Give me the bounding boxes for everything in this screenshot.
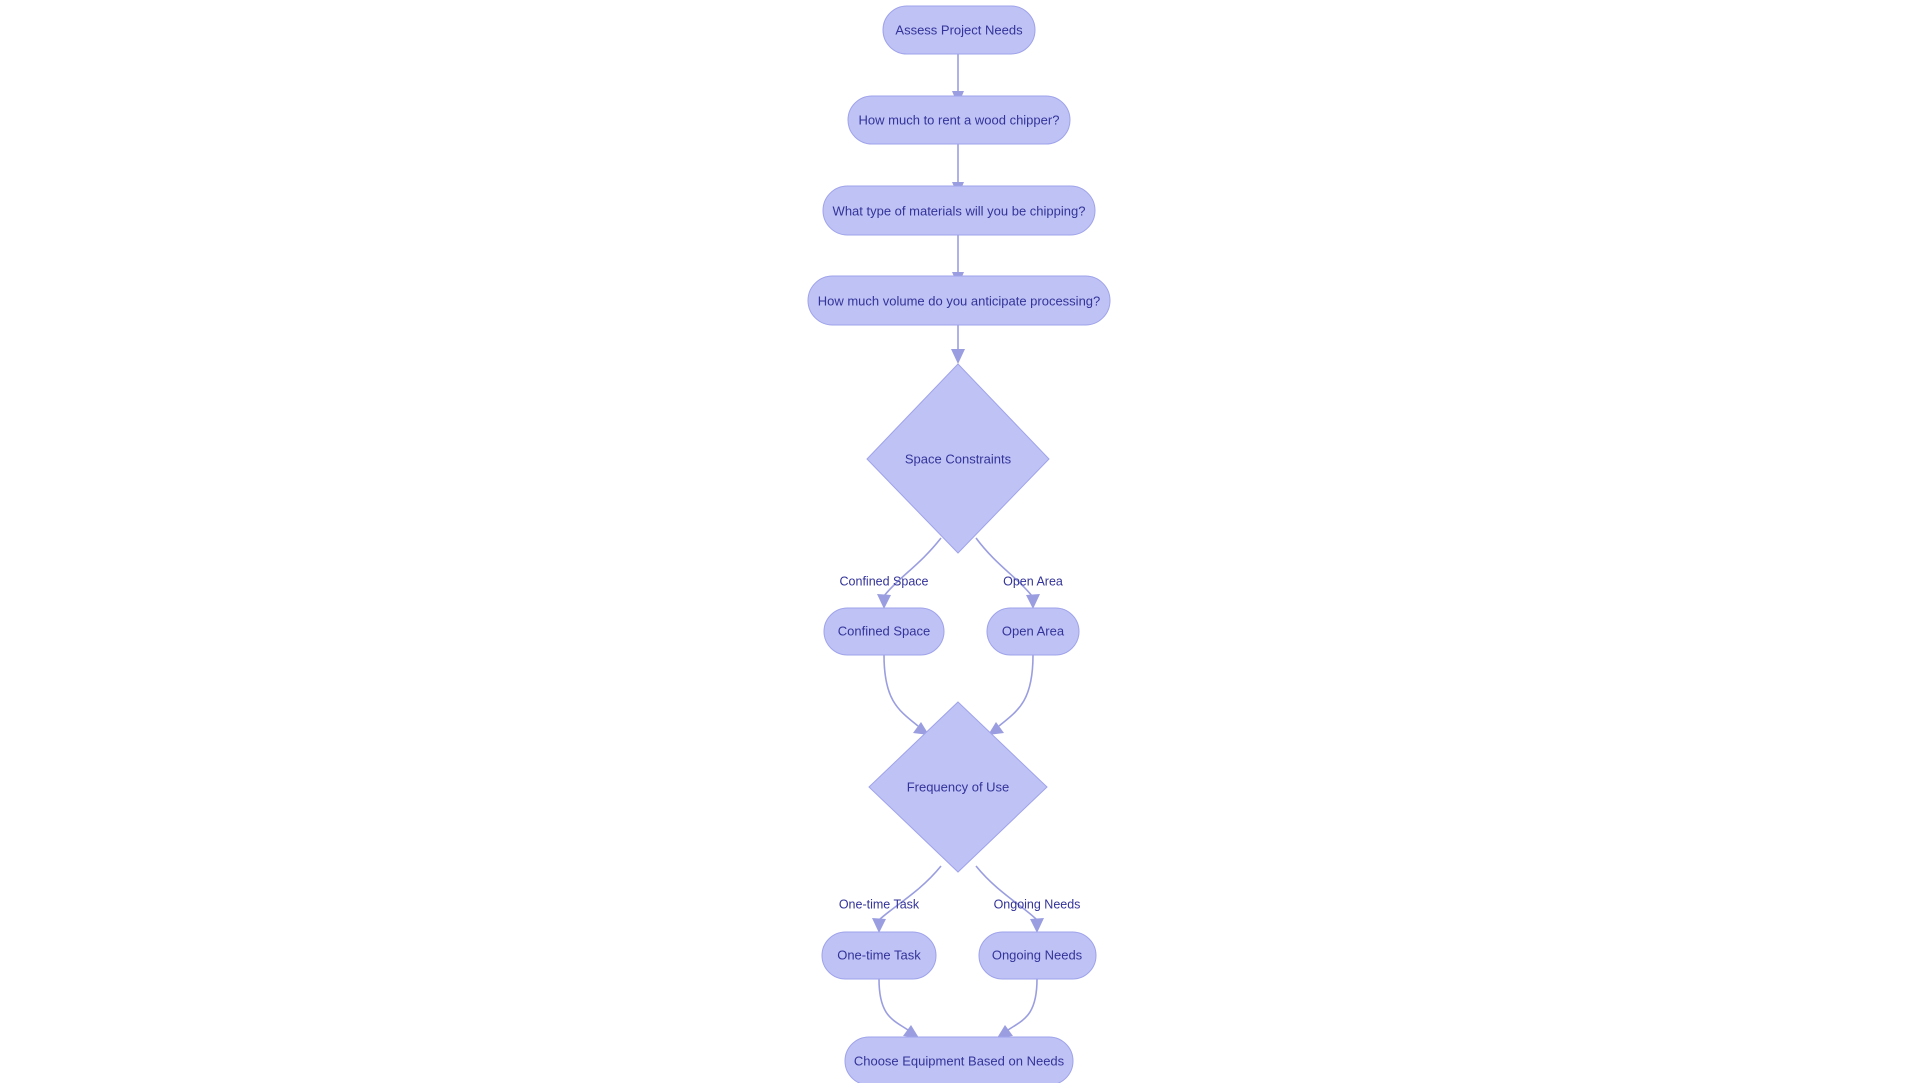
- edge-frequency-of-use-to-ongoing-needs: Ongoing Needs: [975, 865, 1081, 933]
- arrowhead-icon: [1030, 918, 1044, 933]
- node-label: Ongoing Needs: [992, 947, 1083, 962]
- node-how-much-volume[interactable]: How much volume do you anticipate proces…: [807, 275, 1111, 326]
- node-assess-project-needs[interactable]: Assess Project Needs: [882, 5, 1036, 55]
- edge-confined-space-to-frequency-of-use: [883, 654, 929, 735]
- node-label: Open Area: [1002, 623, 1065, 638]
- edge-open-area-to-frequency-of-use: [988, 654, 1034, 735]
- edge-label-one-time-task: One-time Task: [839, 897, 920, 911]
- arrowhead-icon: [1026, 594, 1040, 609]
- node-label: How much to rent a wood chipper?: [859, 112, 1060, 127]
- edge-label-ongoing-needs: Ongoing Needs: [994, 897, 1081, 911]
- arrowhead-icon: [997, 1025, 1013, 1038]
- node-label: Frequency of Use: [907, 779, 1010, 794]
- node-space-constraints[interactable]: Space Constraints: [866, 363, 1050, 554]
- edge-line: [998, 654, 1034, 727]
- edge-line: [1007, 978, 1038, 1031]
- node-label: How much volume do you anticipate proces…: [818, 293, 1101, 308]
- arrowhead-icon: [903, 1025, 919, 1038]
- edge-space-constraints-to-open-area: Open Area: [975, 537, 1063, 609]
- node-confined-space[interactable]: Confined Space: [823, 607, 945, 656]
- edge-label-open-area: Open Area: [1003, 574, 1063, 588]
- edge-space-constraints-to-confined-space: Confined Space: [840, 537, 942, 609]
- arrowhead-icon: [951, 349, 965, 364]
- node-open-area[interactable]: Open Area: [986, 607, 1080, 656]
- edge-label-confined-space: Confined Space: [840, 574, 929, 588]
- node-label: One-time Task: [837, 947, 921, 962]
- node-one-time-task[interactable]: One-time Task: [821, 931, 937, 980]
- arrowhead-icon: [872, 918, 886, 933]
- node-ongoing-needs[interactable]: Ongoing Needs: [978, 931, 1097, 980]
- node-label: Choose Equipment Based on Needs: [854, 1053, 1065, 1068]
- flowchart-diagram: Confined Space Open Area One-time Task O…: [0, 0, 1920, 1083]
- node-frequency-of-use[interactable]: Frequency of Use: [868, 701, 1048, 873]
- edge-volume-to-space-constraints: [951, 325, 965, 364]
- node-label: Confined Space: [838, 623, 931, 638]
- edge-line: [975, 865, 1038, 921]
- node-label: What type of materials will you be chipp…: [833, 203, 1086, 218]
- arrowhead-icon: [877, 594, 891, 609]
- edge-frequency-of-use-to-one-time-task: One-time Task: [839, 865, 942, 933]
- node-how-much-to-rent[interactable]: How much to rent a wood chipper?: [847, 95, 1071, 145]
- edge-one-time-task-to-choose-equipment: [878, 978, 919, 1038]
- edge-line: [878, 865, 942, 921]
- node-label: Space Constraints: [905, 451, 1012, 466]
- node-what-type-of-materials[interactable]: What type of materials will you be chipp…: [822, 185, 1096, 236]
- node-label: Assess Project Needs: [895, 22, 1023, 37]
- edge-ongoing-needs-to-choose-equipment: [997, 978, 1038, 1038]
- edge-line: [883, 654, 919, 727]
- node-layer: Assess Project Needs How much to rent a …: [807, 5, 1111, 1083]
- edge-line: [878, 978, 909, 1031]
- node-choose-equipment-based-on-needs[interactable]: Choose Equipment Based on Needs: [844, 1036, 1074, 1083]
